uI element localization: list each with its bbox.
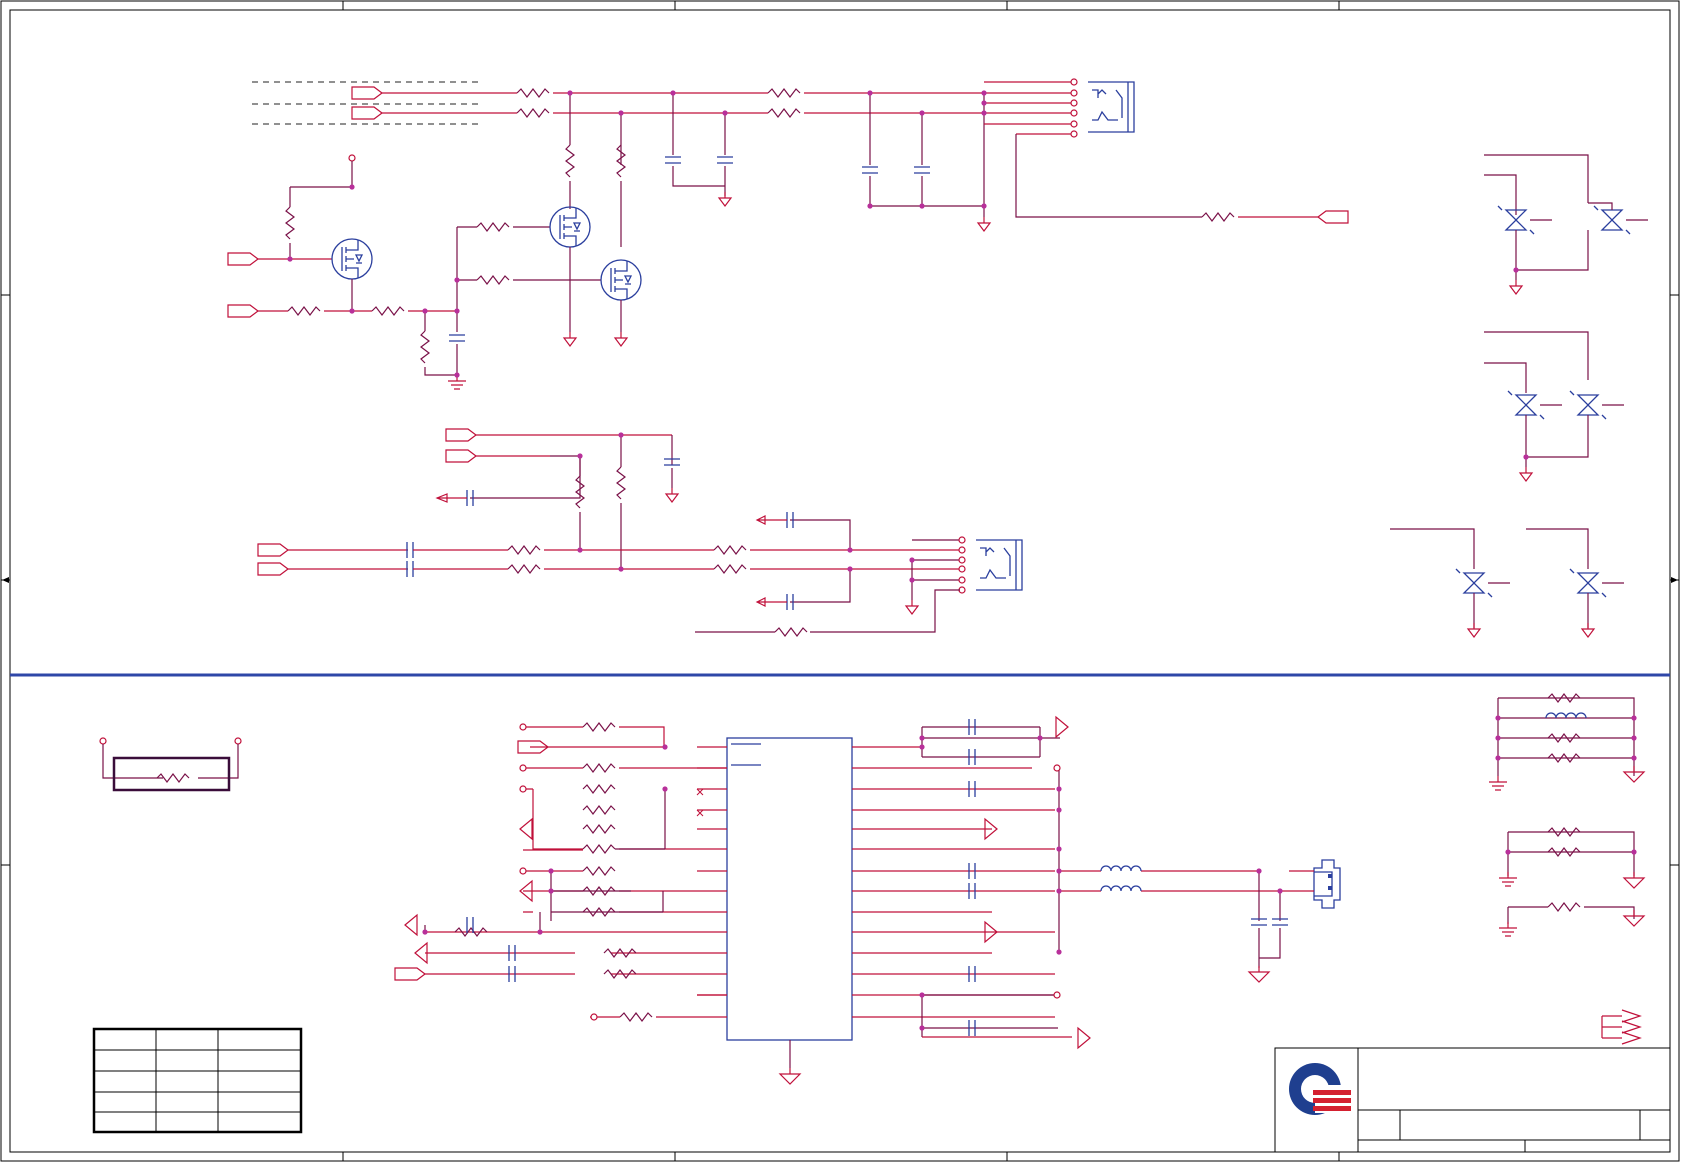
- junction-dot: [1631, 715, 1637, 721]
- junction-dot: [1523, 454, 1529, 460]
- junction-dot: [1056, 807, 1062, 813]
- junction-dot: [1513, 267, 1519, 273]
- junction-dot: [981, 203, 987, 209]
- junction-dot: [670, 90, 676, 96]
- junction-dot: [867, 90, 873, 96]
- junction-dot: [722, 110, 728, 116]
- esd-protection-block: [1390, 154, 1648, 638]
- junction-dot: [349, 308, 355, 314]
- junction-dot: [981, 90, 987, 96]
- junction-dot: [454, 372, 460, 378]
- junction-dot: [662, 744, 668, 750]
- title-block: [1274, 1047, 1671, 1153]
- junction-dot: [1056, 949, 1062, 955]
- junction-dot: [618, 566, 624, 572]
- junction-dot: [919, 744, 925, 750]
- junction-dot: [981, 100, 987, 106]
- usb-connector-icon: [1313, 859, 1341, 909]
- backlight-control-block: [227, 78, 1349, 390]
- schematic-canvas: [0, 0, 1680, 1162]
- ground-strap-block: [1488, 693, 1645, 1045]
- main-ic-block: [394, 716, 1341, 1085]
- junction-dot: [1056, 846, 1062, 852]
- junction-dot: [1495, 735, 1501, 741]
- junction-dot: [548, 868, 554, 874]
- junction-dot: [919, 203, 925, 209]
- junction-dot: [1495, 715, 1501, 721]
- junction-dot: [1056, 868, 1062, 874]
- drawing-frame: [0, 0, 1680, 1162]
- ic-body: [726, 737, 853, 1041]
- junction-dot: [1631, 735, 1637, 741]
- junction-dot: [422, 308, 428, 314]
- junction-dot: [1277, 888, 1283, 894]
- junction-dot: [1056, 786, 1062, 792]
- junction-dot: [618, 432, 624, 438]
- junction-dot: [567, 90, 573, 96]
- jumper-block: [99, 737, 242, 792]
- junction-dot: [577, 453, 583, 459]
- junction-dot: [1631, 755, 1637, 761]
- company-logo-icon: [1289, 1063, 1351, 1115]
- junction-dot: [577, 547, 583, 553]
- junction-dot: [454, 308, 460, 314]
- junction-dot: [548, 888, 554, 894]
- junction-dot: [919, 1025, 925, 1031]
- junction-dot: [847, 566, 853, 572]
- junction-dot: [867, 203, 873, 209]
- junction-dot: [1256, 868, 1262, 874]
- junction-dot: [981, 110, 987, 116]
- junction-dot: [422, 929, 428, 935]
- junction-dot: [847, 547, 853, 553]
- audio-jack-block: [257, 428, 1023, 637]
- junction-dot: [919, 110, 925, 116]
- junction-dot: [349, 184, 355, 190]
- junction-dot: [662, 786, 668, 792]
- junction-dot: [618, 110, 624, 116]
- junction-dot: [919, 735, 925, 741]
- junction-dot: [287, 256, 293, 262]
- junction-dot: [1037, 735, 1043, 741]
- junction-dot: [909, 577, 915, 583]
- junction-dot: [1505, 849, 1511, 855]
- junction-dot: [537, 929, 543, 935]
- revision-table: [92, 1027, 303, 1134]
- junction-dot: [1056, 888, 1062, 894]
- junction-dot: [454, 277, 460, 283]
- junction-dot: [909, 557, 915, 563]
- junction-dot: [1495, 755, 1501, 761]
- junction-dot: [919, 992, 925, 998]
- junction-dot: [1631, 849, 1637, 855]
